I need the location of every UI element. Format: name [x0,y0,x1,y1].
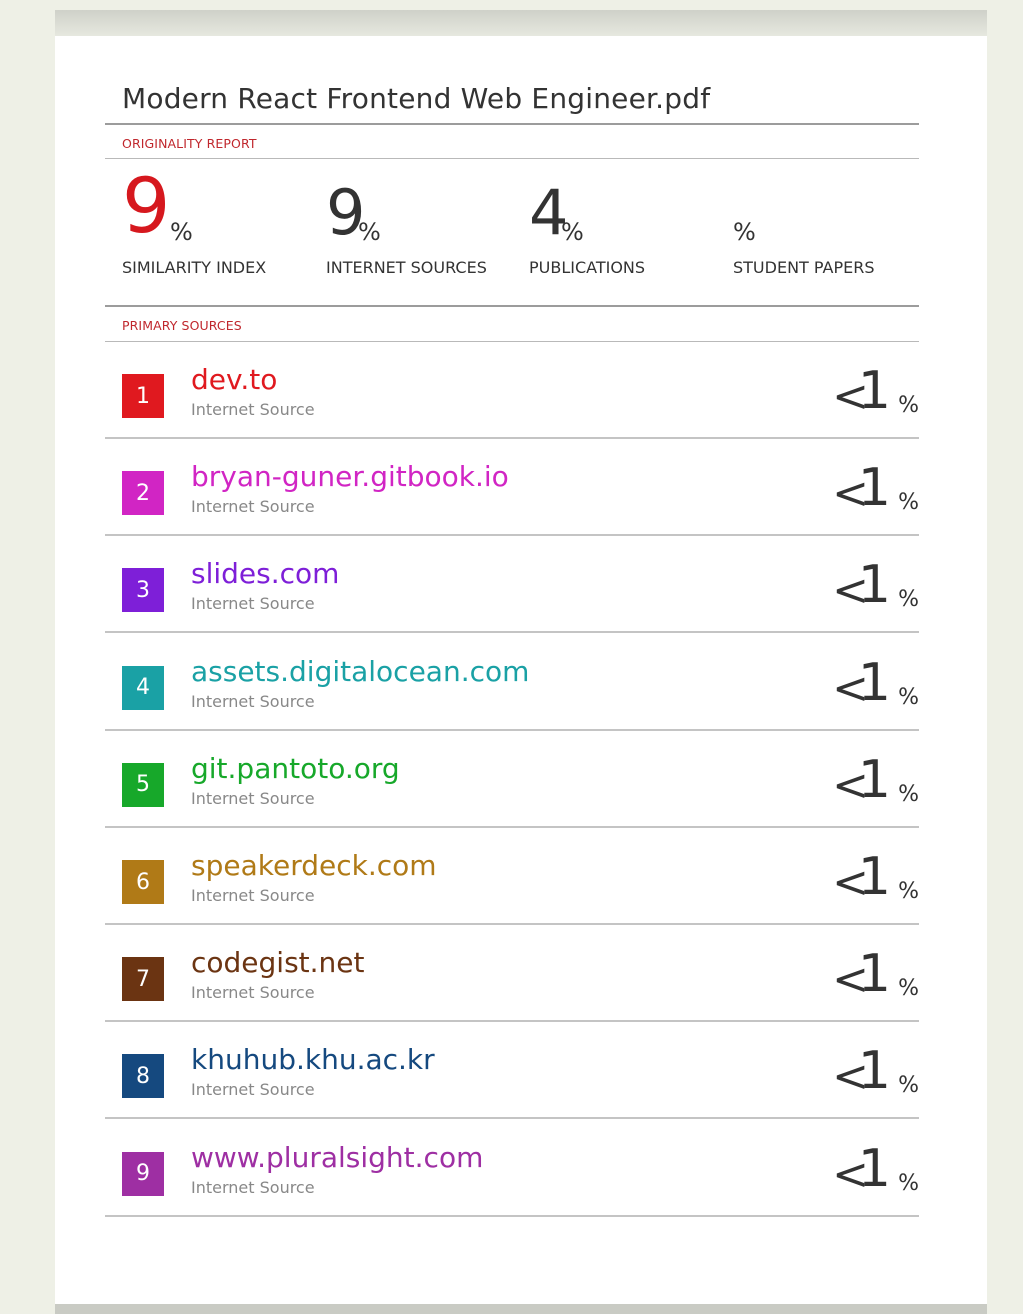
source-row: 3 slides.com Internet Source <1% [105,537,919,634]
source-type: Internet Source [191,788,315,808]
row-divider [105,825,919,828]
source-type: Internet Source [191,497,315,517]
publications-stat: 4 % PUBLICATIONS [529,172,719,282]
source-name: codegist.net [191,946,365,980]
source-match-unit: % [898,393,919,418]
source-match-unit: % [898,490,919,516]
source-match-value: 1 [857,847,891,907]
source-match-unit: % [898,879,919,904]
source-row: 7 codegist.net Internet Source <1% [105,926,919,1023]
publications-unit: % [561,218,584,246]
source-match-unit: % [898,976,919,1002]
source-row: 6 speakerdeck.com Internet Source <1% [105,829,919,925]
source-match-percent: <1% [819,653,919,713]
source-type: Internet Source [191,983,315,1003]
student-papers-label: STUDENT PAPERS [733,258,875,277]
source-match-value: 1 [857,555,891,616]
source-match-percent: <1% [819,750,919,810]
source-match-percent: <1% [819,944,919,1004]
originality-report-label: ORIGINALITY REPORT [122,136,257,151]
source-rank-badge: 7 [122,957,164,1002]
source-rank-badge: 8 [122,1054,164,1099]
row-divider [105,728,919,731]
row-divider [105,631,919,634]
source-type: Internet Source [191,691,315,711]
document-title: Modern React Frontend Web Engineer.pdf [122,82,711,115]
row-divider [105,534,919,537]
title-divider [105,123,919,125]
source-rank-badge: 3 [122,568,164,613]
similarity-index-unit: % [170,218,193,246]
row-divider [105,1020,919,1023]
similarity-index-value: 9 [122,161,171,250]
source-name: slides.com [191,557,340,591]
source-rank-badge: 4 [122,665,164,710]
source-match-value: 1 [857,1138,891,1199]
source-match-percent: <1% [819,847,919,907]
row-divider [105,923,919,925]
source-name: bryan-guner.gitbook.io [191,460,509,494]
internet-sources-unit: % [358,218,381,246]
source-match-unit: % [898,1170,919,1196]
source-match-value: 1 [857,458,891,519]
internet-sources-label: INTERNET SOURCES [326,258,487,277]
source-name: www.pluralsight.com [191,1140,484,1174]
source-row: 1 dev.to Internet Source <1% [105,343,919,439]
row-divider [105,1214,919,1217]
source-match-value: 1 [857,361,891,421]
source-match-unit: % [898,1073,919,1099]
source-name: khuhub.khu.ac.kr [191,1043,435,1077]
source-name: git.pantoto.org [191,751,400,785]
internet-sources-stat: 9 % INTERNET SOURCES [326,172,516,282]
similarity-index-stat: 9 % SIMILARITY INDEX [122,168,312,282]
source-row: 2 bryan-guner.gitbook.io Internet Source <1… [105,440,919,537]
source-match-unit: % [898,781,919,807]
source-match-value: 1 [857,1041,891,1102]
primary-sources-label: PRIMARY SOURCES [122,318,242,333]
row-divider [105,437,919,439]
source-name: speakerdeck.com [191,849,437,882]
source-match-percent: <1% [819,1041,919,1101]
publications-label: PUBLICATIONS [529,258,646,277]
source-name: dev.to [191,363,278,396]
source-type: Internet Source [191,1080,315,1100]
source-match-percent: <1% [819,1139,919,1199]
source-rank-badge: 9 [122,1151,164,1196]
source-match-value: 1 [857,944,891,1005]
source-match-percent: <1% [819,458,919,518]
primary-sources-divider [105,341,919,342]
page-bottom-edge [55,1304,987,1314]
page-top-edge [55,10,987,36]
source-match-percent: <1% [819,555,919,615]
source-match-unit: % [898,684,919,710]
source-row: 4 assets.digitalocean.com Internet Source <… [105,635,919,731]
source-rank-badge: 5 [122,762,164,807]
source-row: 8 khuhub.khu.ac.kr Internet Source <1% [105,1023,919,1120]
source-match-percent: <1% [819,361,919,421]
source-row: 5 git.pantoto.org Internet Source <1% [105,732,919,828]
source-name: assets.digitalocean.com [191,654,530,688]
originality-divider [105,158,919,159]
source-rank-badge: 6 [122,860,164,904]
source-row: 9 www.pluralsight.com Internet Source <1% [105,1121,919,1217]
row-divider [105,1117,919,1120]
source-match-value: 1 [857,749,891,810]
similarity-index-label: SIMILARITY INDEX [122,258,267,277]
student-papers-stat: % STUDENT PAPERS [733,172,913,282]
source-type: Internet Source [191,886,315,905]
source-rank-badge: 2 [122,471,164,516]
source-rank-badge: 1 [122,374,164,418]
source-match-unit: % [898,587,919,613]
source-type: Internet Source [191,400,315,419]
stats-divider [105,305,919,307]
student-papers-unit: % [733,218,756,246]
source-match-value: 1 [857,652,891,713]
source-type: Internet Source [191,1177,315,1197]
source-type: Internet Source [191,594,315,614]
